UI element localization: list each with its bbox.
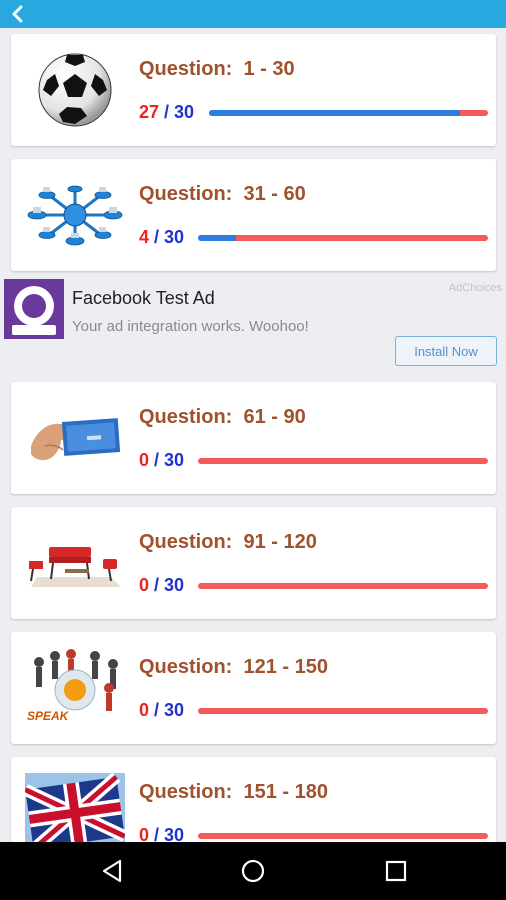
quiz-card[interactable]: Question: 1 - 30 27 / 30 bbox=[11, 34, 496, 146]
nav-home-icon[interactable] bbox=[238, 856, 268, 886]
answered-count: 4 bbox=[139, 227, 150, 247]
nav-back-icon[interactable] bbox=[97, 856, 127, 886]
quiz-title: Question: 151 - 180 bbox=[139, 781, 328, 803]
quiz-title: Question: 1 - 30 bbox=[139, 58, 295, 80]
answered-count: 0 bbox=[139, 575, 150, 595]
answered-count: 0 bbox=[139, 450, 150, 470]
quiz-score: 4 / 30 bbox=[139, 227, 184, 248]
progress-fill bbox=[198, 235, 236, 241]
ad-banner[interactable]: Facebook Test Ad Your ad integration wor… bbox=[0, 274, 506, 374]
total-count: 30 bbox=[164, 227, 185, 247]
network-icon bbox=[25, 175, 125, 255]
install-now-button[interactable]: Install Now bbox=[395, 336, 497, 366]
total-count: 30 bbox=[164, 825, 185, 842]
quiz-title: Question: 121 - 150 bbox=[139, 656, 328, 678]
ad-body: Your ad integration works. Woohoo! bbox=[72, 318, 309, 335]
quiz-title: Question: 91 - 120 bbox=[139, 531, 317, 553]
quiz-score: 0 / 30 bbox=[139, 825, 184, 842]
progress-bar bbox=[198, 583, 488, 589]
quiz-card[interactable]: Question: 31 - 60 4 / 30 bbox=[11, 159, 496, 271]
total-count: 30 bbox=[164, 700, 185, 720]
score-separator: / bbox=[149, 227, 165, 247]
total-count: 30 bbox=[174, 102, 195, 122]
progress-fill bbox=[209, 110, 461, 116]
score-separator: / bbox=[149, 825, 165, 842]
answered-count: 0 bbox=[139, 825, 150, 842]
app-bar bbox=[0, 0, 506, 28]
score-separator: / bbox=[149, 700, 165, 720]
progress-bar bbox=[198, 235, 488, 241]
ad-choices-link[interactable]: AdChoices bbox=[449, 282, 502, 294]
chevron-left-icon bbox=[12, 5, 23, 23]
svg-text:SPEAK: SPEAK bbox=[27, 709, 70, 723]
score-separator: / bbox=[149, 450, 165, 470]
quiz-score: 0 / 30 bbox=[139, 575, 184, 596]
quiz-list[interactable]: Question: 1 - 30 27 / 30 Question: 31 - … bbox=[0, 28, 506, 842]
ad-logo-icon bbox=[4, 279, 64, 339]
score-separator: / bbox=[149, 575, 165, 595]
ad-title: Facebook Test Ad bbox=[72, 288, 215, 308]
hand-card-icon bbox=[25, 398, 125, 478]
total-count: 30 bbox=[164, 575, 185, 595]
back-button[interactable] bbox=[6, 2, 30, 26]
answered-count: 0 bbox=[139, 700, 150, 720]
total-count: 30 bbox=[164, 450, 185, 470]
uk-flag-icon bbox=[25, 773, 125, 842]
answered-count: 27 bbox=[139, 102, 160, 122]
quiz-score: 27 / 30 bbox=[139, 102, 194, 123]
quiz-card[interactable]: Question: 151 - 180 0 / 30 bbox=[11, 757, 496, 842]
quiz-score: 0 / 30 bbox=[139, 700, 184, 721]
quiz-card[interactable]: Question: 61 - 90 0 / 30 bbox=[11, 382, 496, 494]
quiz-card[interactable]: SPEAK Question: 121 - 150 0 / 30 bbox=[11, 632, 496, 744]
progress-bar bbox=[209, 110, 488, 116]
system-nav-bar bbox=[0, 842, 506, 900]
soccer-ball-icon bbox=[25, 50, 125, 130]
progress-bar bbox=[198, 708, 488, 714]
quiz-score: 0 / 30 bbox=[139, 450, 184, 471]
quiz-card[interactable]: Question: 91 - 120 0 / 30 bbox=[11, 507, 496, 619]
quiz-title: Question: 61 - 90 bbox=[139, 406, 306, 428]
score-separator: / bbox=[159, 102, 175, 122]
furniture-icon bbox=[25, 523, 125, 603]
nav-recents-icon[interactable] bbox=[381, 856, 411, 886]
speak-people-icon: SPEAK bbox=[25, 648, 125, 728]
progress-bar bbox=[198, 833, 488, 839]
quiz-title: Question: 31 - 60 bbox=[139, 183, 306, 205]
progress-bar bbox=[198, 458, 488, 464]
